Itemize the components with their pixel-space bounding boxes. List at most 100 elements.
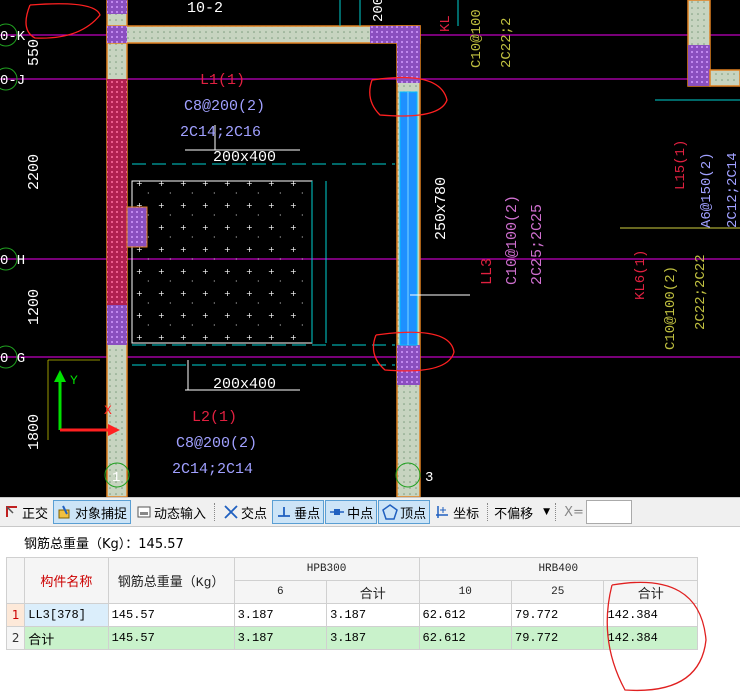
beam-ll3-name: LL3 bbox=[479, 258, 496, 285]
ortho-button[interactable]: 正交 bbox=[0, 500, 52, 524]
row-index: 2 bbox=[5, 626, 26, 650]
dim-top-left: 10-2 bbox=[187, 0, 223, 17]
dim-2200: 2200 bbox=[26, 154, 43, 190]
dynamic-input-label: 动态输入 bbox=[154, 506, 207, 522]
red-annotation-1 bbox=[25, 3, 101, 39]
beam-kl6-stirrup: C10@100(2) bbox=[663, 266, 679, 350]
table-row[interactable]: 1 LL3[378] 145.57 3.187 3.187 62.612 79.… bbox=[5, 603, 698, 627]
axis-x-label: X bbox=[104, 403, 112, 418]
wall-left-red bbox=[107, 79, 127, 309]
total-weight-line: 钢筋总重量（Kg）：145.57 bbox=[0, 527, 740, 557]
beam-ll3-section: 250x780 bbox=[433, 177, 450, 240]
beam-kl6-bars: 2C22;2C22 bbox=[693, 254, 709, 330]
perpendicular-button[interactable]: 垂点 bbox=[272, 500, 325, 524]
cell-total[interactable]: 145.57 bbox=[107, 603, 235, 627]
ortho-label: 正交 bbox=[22, 506, 49, 522]
axis-y-label: Y bbox=[70, 373, 78, 388]
cell-hrb-10[interactable]: 62.612 bbox=[418, 603, 513, 627]
dynamic-input-icon bbox=[137, 506, 151, 518]
cell-name[interactable]: LL3[378] bbox=[24, 603, 109, 627]
dim-1200: 1200 bbox=[26, 289, 43, 325]
osnap-label: 对象捕捉 bbox=[75, 506, 128, 522]
cell-hrb-25[interactable]: 79.772 bbox=[510, 603, 605, 627]
chevron-down-icon: ▼ bbox=[543, 507, 551, 517]
intersection-icon bbox=[224, 505, 238, 519]
osnap-button[interactable]: 对象捕捉 bbox=[53, 500, 132, 524]
col-header-25[interactable]: 25 bbox=[510, 580, 605, 604]
cell-hrb-25[interactable]: 79.772 bbox=[510, 626, 605, 650]
toolbar-separator bbox=[214, 503, 216, 521]
beam-ll3-bars: 2C25;2C25 bbox=[529, 204, 546, 285]
col-group-hrb400: HRB400 bbox=[418, 557, 699, 581]
slab-region bbox=[131, 180, 313, 344]
axis-label-h: 0 H bbox=[0, 253, 25, 269]
beam-l2-bars: 2C14;2C14 bbox=[172, 461, 253, 478]
cell-hpb-sum[interactable]: 3.187 bbox=[326, 603, 420, 627]
total-weight-text: 钢筋总重量（Kg）：145.57 bbox=[24, 536, 184, 552]
beam-l1-bars: 2C14;2C16 bbox=[180, 124, 261, 141]
beam-l2-name: L2(1) bbox=[192, 409, 237, 426]
axis-label-1: 1 bbox=[112, 470, 120, 486]
col-header-10[interactable]: 10 bbox=[418, 580, 513, 604]
axis-label-j: 0-J bbox=[0, 73, 25, 89]
x-coordinate-input[interactable] bbox=[585, 500, 632, 524]
axis-label-g: 0 G bbox=[0, 351, 25, 367]
cell-hrb-sum[interactable]: 142.384 bbox=[603, 626, 698, 650]
toolbar-separator bbox=[487, 503, 489, 521]
snap-toolbar: 正交 对象捕捉 动态输入 交点 垂点 中点 顶点 坐标 不偏移 ▼ X= bbox=[0, 497, 740, 527]
midpoint-label: 中点 bbox=[347, 506, 374, 522]
col-header-hpb-sum[interactable]: 合计 bbox=[326, 580, 420, 604]
ortho-icon bbox=[6, 506, 17, 517]
col-group-hpb300: HPB300 bbox=[233, 557, 420, 581]
vertex-button[interactable]: 顶点 bbox=[378, 500, 431, 524]
x-coordinate-label: X= bbox=[564, 504, 584, 520]
osnap-icon bbox=[58, 505, 70, 519]
cad-drawing-canvas[interactable]: + · bbox=[0, 0, 740, 497]
cell-hrb-10[interactable]: 62.612 bbox=[418, 626, 513, 650]
beam-l1-stirrup: C8@200(2) bbox=[184, 98, 265, 115]
col-header-name[interactable]: 构件名称 bbox=[24, 557, 109, 604]
perpendicular-icon bbox=[278, 507, 291, 517]
midpoint-icon bbox=[330, 509, 345, 515]
x-coordinate-field: X= bbox=[564, 500, 632, 524]
coordinate-button[interactable]: 坐标 bbox=[431, 500, 483, 524]
coordinate-label: 坐标 bbox=[453, 506, 480, 522]
col-header-6[interactable]: 6 bbox=[233, 580, 328, 604]
beam-kl-bars: 2C22;2 bbox=[499, 18, 515, 68]
col-header-total[interactable]: 钢筋总重量（Kg） bbox=[107, 557, 235, 604]
beam-l1-name: L1(1) bbox=[200, 72, 245, 89]
cell-hrb-sum[interactable]: 142.384 bbox=[603, 603, 698, 627]
dynamic-input-button[interactable]: 动态输入 bbox=[132, 500, 210, 524]
dim-1800: 1800 bbox=[26, 414, 43, 450]
axis-label-k: 0-K bbox=[0, 29, 26, 45]
row-index: 1 bbox=[5, 603, 26, 627]
beam-kl6-name: KL6(1) bbox=[633, 250, 649, 300]
offset-mode-value: 不偏移 bbox=[494, 506, 534, 522]
dim-550: 550 bbox=[26, 39, 43, 66]
coordinate-icon bbox=[436, 506, 449, 518]
dim-top-mid: 200 bbox=[371, 0, 387, 22]
cell-hpb-6[interactable]: 3.187 bbox=[233, 603, 328, 627]
beam-l15-name: L15(1) bbox=[673, 140, 689, 190]
intersection-label: 交点 bbox=[241, 506, 268, 522]
cell-hpb-6[interactable]: 3.187 bbox=[233, 626, 328, 650]
vertex-label: 顶点 bbox=[400, 506, 427, 522]
vertex-icon bbox=[382, 504, 398, 520]
cad-drawing: + · bbox=[0, 0, 740, 497]
beam-l2-section: 200x400 bbox=[213, 376, 276, 393]
beam-l1-section: 200x400 bbox=[213, 149, 276, 166]
midpoint-button[interactable]: 中点 bbox=[325, 500, 378, 524]
beam-l15-bars: 2C12;2C14 bbox=[725, 152, 740, 228]
axis-label-3: 3 bbox=[425, 470, 433, 486]
perpendicular-label: 垂点 bbox=[294, 506, 321, 522]
cell-name[interactable]: 合计 bbox=[24, 626, 109, 650]
intersection-button[interactable]: 交点 bbox=[219, 500, 271, 524]
col-header-hrb-sum[interactable]: 合计 bbox=[603, 580, 698, 604]
cell-hpb-sum[interactable]: 3.187 bbox=[326, 626, 420, 650]
table-row[interactable]: 2 合计 145.57 3.187 3.187 62.612 79.772 14… bbox=[5, 626, 698, 650]
cell-total[interactable]: 145.57 bbox=[107, 626, 235, 650]
offset-mode-select[interactable]: 不偏移 ▼ bbox=[492, 501, 552, 523]
rebar-summary-table: 构件名称 钢筋总重量（Kg） HPB300 HRB400 6 合计 10 25 … bbox=[5, 557, 699, 650]
toolbar-separator bbox=[555, 503, 557, 521]
corner-cell bbox=[5, 557, 26, 604]
